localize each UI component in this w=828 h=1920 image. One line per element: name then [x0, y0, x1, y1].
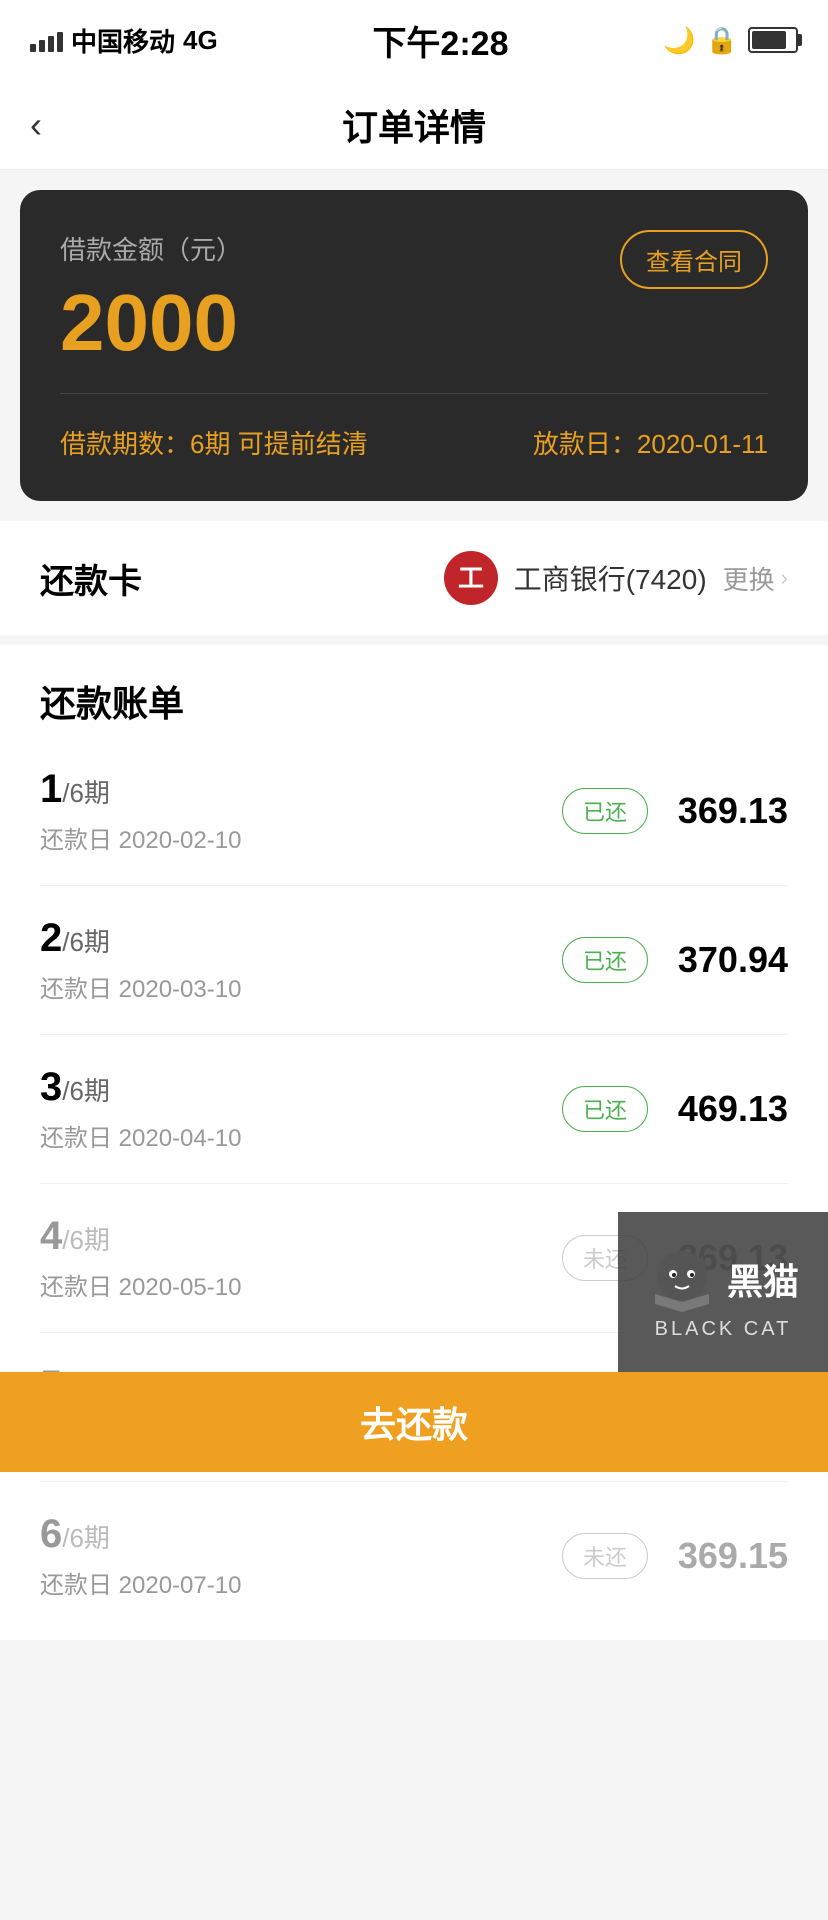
period-label: 借款期数：	[60, 429, 190, 459]
bill-item: 3/6期 还款日 2020-04-10 已还 469.13	[40, 1035, 788, 1184]
bill-left: 2/6期 还款日 2020-03-10	[40, 916, 241, 1004]
bill-right: 已还 369.13	[562, 788, 788, 834]
bill-right: 已还 469.13	[562, 1086, 788, 1132]
loan-period: 借款期数：6期 可提前结清	[60, 424, 368, 461]
bill-left: 6/6期 还款日 2020-07-10	[40, 1512, 241, 1600]
bill-date: 还款日 2020-07-10	[40, 1565, 241, 1600]
status-left: 中国移动 4G	[30, 22, 218, 59]
release-date-label: 放款日：	[533, 429, 637, 459]
bill-amount: 370.94	[668, 939, 788, 981]
repayment-card-section: 还款卡 工 工商银行(7420) 更换 ›	[0, 521, 828, 635]
bill-right: 已还 370.94	[562, 937, 788, 983]
back-button[interactable]: ‹	[30, 104, 42, 146]
carrier-label: 中国移动	[71, 22, 175, 59]
time-label: 下午2:28	[372, 16, 508, 65]
blackcat-en-text: BLACK CAT	[655, 1318, 792, 1341]
bill-left: 3/6期 还款日 2020-04-10	[40, 1065, 241, 1153]
bottom-cta[interactable]: 去还款	[0, 1372, 828, 1472]
bill-date: 还款日 2020-04-10	[40, 1118, 241, 1153]
blackcat-cn-text: 黑猫	[727, 1253, 799, 1305]
loan-card: 借款金额（元） 2000 查看合同 借款期数：6期 可提前结清 放款日：2020…	[20, 190, 808, 501]
lock-icon: 🔒	[706, 25, 738, 56]
view-contract-button[interactable]: 查看合同	[620, 230, 768, 289]
period-value: 6期 可提前结清	[190, 429, 368, 459]
bill-amount: 369.15	[668, 1535, 788, 1577]
status-right: 🌙 🔒	[663, 25, 798, 56]
moon-icon: 🌙	[663, 25, 695, 56]
repayment-bill-section: 还款账单 1/6期 还款日 2020-02-10 已还 369.13 2/6期 …	[0, 645, 828, 1640]
bill-left: 1/6期 还款日 2020-02-10	[40, 767, 241, 855]
nav-bar: ‹ 订单详情	[0, 80, 828, 170]
bill-period: 3/6期	[40, 1065, 241, 1110]
blackcat-icon	[647, 1244, 717, 1314]
bill-amount: 369.13	[668, 790, 788, 832]
svg-text:工: 工	[458, 563, 484, 593]
repayment-card-title: 还款卡	[40, 554, 142, 603]
bill-item: 6/6期 还款日 2020-07-10 未还 369.15	[40, 1482, 788, 1630]
bill-item: 2/6期 还款日 2020-03-10 已还 370.94	[40, 886, 788, 1035]
blackcat-logo: 黑猫	[647, 1244, 799, 1314]
signal-icon	[30, 28, 63, 52]
bill-item: 1/6期 还款日 2020-02-10 已还 369.13	[40, 737, 788, 886]
bill-period: 6/6期	[40, 1512, 241, 1557]
status-badge: 已还	[562, 788, 648, 834]
bill-period: 2/6期	[40, 916, 241, 961]
loan-release-date: 放款日：2020-01-11	[533, 424, 768, 461]
cta-button-label: 去还款	[360, 1396, 468, 1448]
bill-amount: 469.13	[668, 1088, 788, 1130]
bill-right: 未还 369.15	[562, 1533, 788, 1579]
bill-date: 还款日 2020-03-10	[40, 969, 241, 1004]
page-title: 订单详情	[342, 99, 486, 151]
bill-period: 4/6期	[40, 1214, 241, 1259]
status-badge: 未还	[562, 1533, 648, 1579]
chevron-right-icon: ›	[781, 565, 788, 591]
bill-date: 还款日 2020-02-10	[40, 820, 241, 855]
bill-date: 还款日 2020-05-10	[40, 1267, 241, 1302]
loan-amount-value: 2000	[60, 283, 242, 363]
bank-info: 工 工商银行(7420) 更换 ›	[444, 551, 788, 605]
change-card-button[interactable]: 更换 ›	[723, 560, 788, 597]
blackcat-watermark: 黑猫 BLACK CAT	[618, 1212, 828, 1372]
release-date-value: 2020-01-11	[637, 429, 768, 459]
bill-items-container: 1/6期 还款日 2020-02-10 已还 369.13 2/6期 还款日 2…	[40, 737, 788, 1630]
battery-icon	[748, 27, 798, 53]
repayment-bill-title: 还款账单	[40, 675, 788, 727]
loan-divider	[60, 393, 768, 394]
loan-amount-label: 借款金额（元）	[60, 230, 242, 267]
network-label: 4G	[183, 25, 218, 56]
status-badge: 已还	[562, 937, 648, 983]
status-bar: 中国移动 4G 下午2:28 🌙 🔒	[0, 0, 828, 80]
bank-name: 工商银行(7420)	[514, 558, 707, 598]
bank-icon: 工	[444, 551, 498, 605]
change-label: 更换	[723, 560, 775, 597]
bill-period: 1/6期	[40, 767, 241, 812]
bill-left: 4/6期 还款日 2020-05-10	[40, 1214, 241, 1302]
status-badge: 已还	[562, 1086, 648, 1132]
